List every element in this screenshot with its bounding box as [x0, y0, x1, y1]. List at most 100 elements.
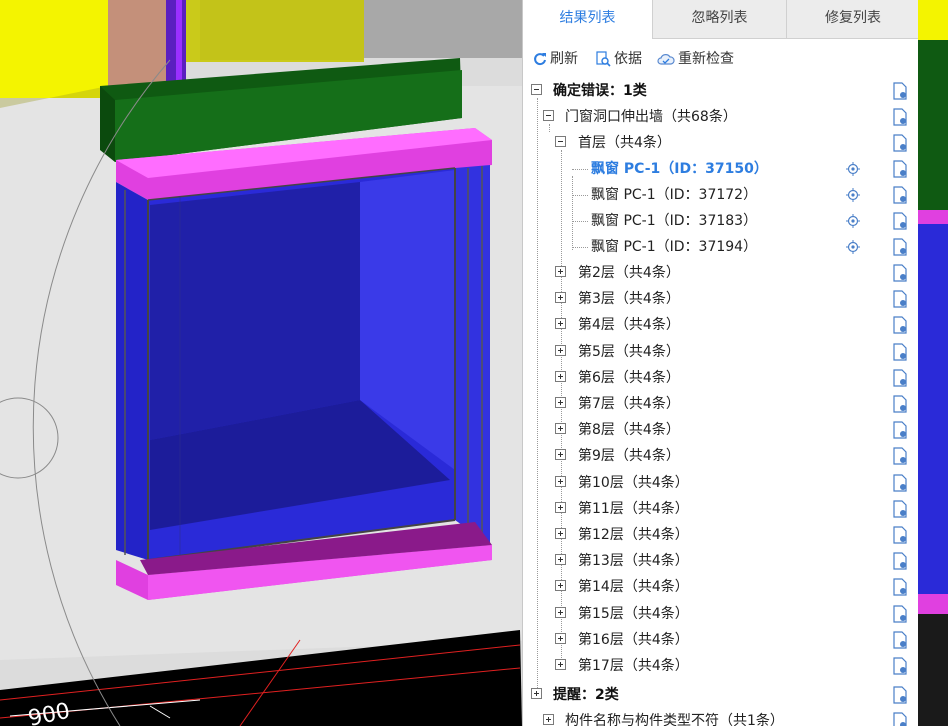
- refresh-label: 刷新: [550, 51, 578, 67]
- locate-icon[interactable]: [846, 188, 860, 202]
- floor-label: 第3层（共4条）: [578, 291, 680, 308]
- expand-toggle[interactable]: [555, 318, 566, 330]
- tree-floor-row[interactable]: 第11层（共4条）: [523, 496, 918, 522]
- collapse-toggle[interactable]: [543, 110, 554, 121]
- floor-label: 第7层（共4条）: [578, 396, 680, 412]
- expand-toggle[interactable]: [555, 397, 566, 408]
- report-document-icon[interactable]: [892, 578, 908, 596]
- refresh-icon: [534, 53, 546, 66]
- collapse-toggle[interactable]: [531, 84, 542, 95]
- report-document-icon[interactable]: [892, 290, 908, 308]
- tree-item-37150[interactable]: 飘窗 PC-1（ID：37150）: [523, 156, 918, 182]
- report-document-icon[interactable]: [892, 238, 908, 256]
- expand-toggle[interactable]: [555, 659, 566, 670]
- expand-toggle[interactable]: [555, 632, 566, 644]
- tree-floor-row[interactable]: 第8层（共4条）: [523, 417, 918, 443]
- floor-label: 第11层（共4条）: [578, 500, 689, 517]
- report-document-icon[interactable]: [892, 369, 908, 387]
- tree-group-name-type-mismatch[interactable]: 构件名称与构件类型不符（共1条）: [523, 708, 918, 726]
- report-document-icon[interactable]: [892, 686, 908, 704]
- toolbar: 刷新 依据 重新检查: [523, 44, 918, 74]
- report-document-icon[interactable]: [892, 134, 908, 152]
- locate-icon[interactable]: [846, 240, 860, 254]
- refresh-button[interactable]: 刷新: [533, 44, 578, 74]
- report-document-icon[interactable]: [892, 552, 908, 570]
- tree-floor-row[interactable]: 第9层（共4条）: [523, 443, 918, 469]
- collapse-toggle[interactable]: [555, 136, 566, 147]
- report-document-icon[interactable]: [892, 264, 908, 282]
- report-document-icon[interactable]: [892, 82, 908, 100]
- report-document-icon[interactable]: [892, 712, 908, 726]
- tree-category-errors[interactable]: 确定错误：1类: [523, 78, 918, 104]
- tree-floor-row[interactable]: 第2层（共4条）: [523, 260, 918, 286]
- recheck-button[interactable]: 重新检查: [657, 44, 734, 74]
- tree-floor-row[interactable]: 第17层（共4条）: [523, 653, 918, 679]
- report-document-icon[interactable]: [892, 421, 908, 439]
- tree-group-opening-outside-wall[interactable]: 门窗洞口伸出墙（共68条）: [523, 104, 918, 130]
- floor-label: 第16层（共4条）: [578, 631, 689, 648]
- report-document-icon[interactable]: [892, 342, 908, 361]
- report-document-icon[interactable]: [892, 212, 908, 230]
- report-document-icon[interactable]: [892, 500, 908, 518]
- expand-toggle[interactable]: [555, 554, 566, 566]
- floor-label: 第2层（共4条）: [578, 265, 680, 281]
- tree-floor-row[interactable]: 第12层（共4条）: [523, 522, 918, 548]
- tree-floor-row[interactable]: 第4层（共4条）: [523, 312, 918, 338]
- viewport-right-edge: [918, 0, 948, 726]
- basis-button[interactable]: 依据: [595, 44, 642, 74]
- tree-floor-row[interactable]: 第7层（共4条）: [523, 391, 918, 417]
- floor-label: 第13层（共4条）: [578, 553, 689, 570]
- tree-floor-row[interactable]: 第6层（共4条）: [523, 365, 918, 391]
- report-document-icon[interactable]: [892, 473, 908, 492]
- tree-floor-ground[interactable]: 首层（共4条）: [523, 130, 918, 156]
- report-document-icon[interactable]: [892, 108, 908, 126]
- locate-icon[interactable]: [846, 162, 860, 176]
- tree-item-37194[interactable]: 飘窗 PC-1（ID：37194）: [523, 234, 918, 260]
- report-document-icon[interactable]: [892, 160, 908, 178]
- expand-toggle[interactable]: [555, 449, 566, 461]
- tree-item-37172[interactable]: 飘窗 PC-1（ID：37172）: [523, 182, 918, 208]
- tree-floor-row[interactable]: 第3层（共4条）: [523, 286, 918, 312]
- expand-toggle[interactable]: [543, 714, 554, 725]
- locate-icon[interactable]: [846, 214, 860, 228]
- report-document-icon[interactable]: [892, 604, 908, 623]
- group-mismatch-label: 构件名称与构件类型不符（共1条）: [565, 713, 784, 726]
- tab-ignored[interactable]: 忽略列表: [653, 0, 786, 38]
- floor-label: 第12层（共4条）: [578, 527, 689, 543]
- report-document-icon[interactable]: [892, 395, 908, 413]
- report-document-icon[interactable]: [892, 631, 908, 649]
- expand-toggle[interactable]: [555, 580, 566, 592]
- floor-ground-label: 首层（共4条）: [578, 135, 671, 151]
- report-document-icon[interactable]: [892, 186, 908, 204]
- tree-floor-row[interactable]: 第14层（共4条）: [523, 574, 918, 600]
- floor-label: 第9层（共4条）: [578, 448, 680, 465]
- tree-category-reminders[interactable]: 提醒：2类: [523, 682, 918, 708]
- tree-floor-row[interactable]: 第16层（共4条）: [523, 627, 918, 653]
- yellow-wall-left: [0, 0, 108, 98]
- tab-results[interactable]: 结果列表: [523, 0, 653, 39]
- group-opening-label: 门窗洞口伸出墙（共68条）: [565, 109, 737, 125]
- report-document-icon[interactable]: [892, 316, 908, 334]
- expand-toggle[interactable]: [555, 501, 566, 513]
- tab-fixed[interactable]: 修复列表: [786, 0, 918, 38]
- expand-toggle[interactable]: [555, 344, 566, 356]
- report-document-icon[interactable]: [892, 447, 908, 465]
- expand-toggle[interactable]: [555, 475, 566, 487]
- expand-toggle[interactable]: [555, 606, 566, 618]
- tree-floor-row[interactable]: 第10层（共4条）: [523, 470, 918, 496]
- report-document-icon[interactable]: [892, 526, 908, 544]
- tree-floor-row[interactable]: 第13层（共4条）: [523, 548, 918, 574]
- expand-toggle[interactable]: [531, 688, 542, 699]
- expand-toggle[interactable]: [555, 370, 566, 382]
- tree-floor-row[interactable]: 第5层（共4条）: [523, 339, 918, 365]
- item-label: 飘窗 PC-1（ID：37194）: [591, 239, 758, 255]
- expand-toggle[interactable]: [555, 528, 566, 539]
- tree-item-37183[interactable]: 飘窗 PC-1（ID：37183）: [523, 208, 918, 234]
- expand-toggle[interactable]: [555, 292, 566, 304]
- report-document-icon[interactable]: [892, 657, 908, 675]
- cloud-check-icon: [657, 54, 675, 65]
- floor-label: 第5层（共4条）: [578, 343, 680, 360]
- tree-floor-row[interactable]: 第15层（共4条）: [523, 601, 918, 627]
- expand-toggle[interactable]: [555, 423, 566, 435]
- expand-toggle[interactable]: [555, 266, 566, 277]
